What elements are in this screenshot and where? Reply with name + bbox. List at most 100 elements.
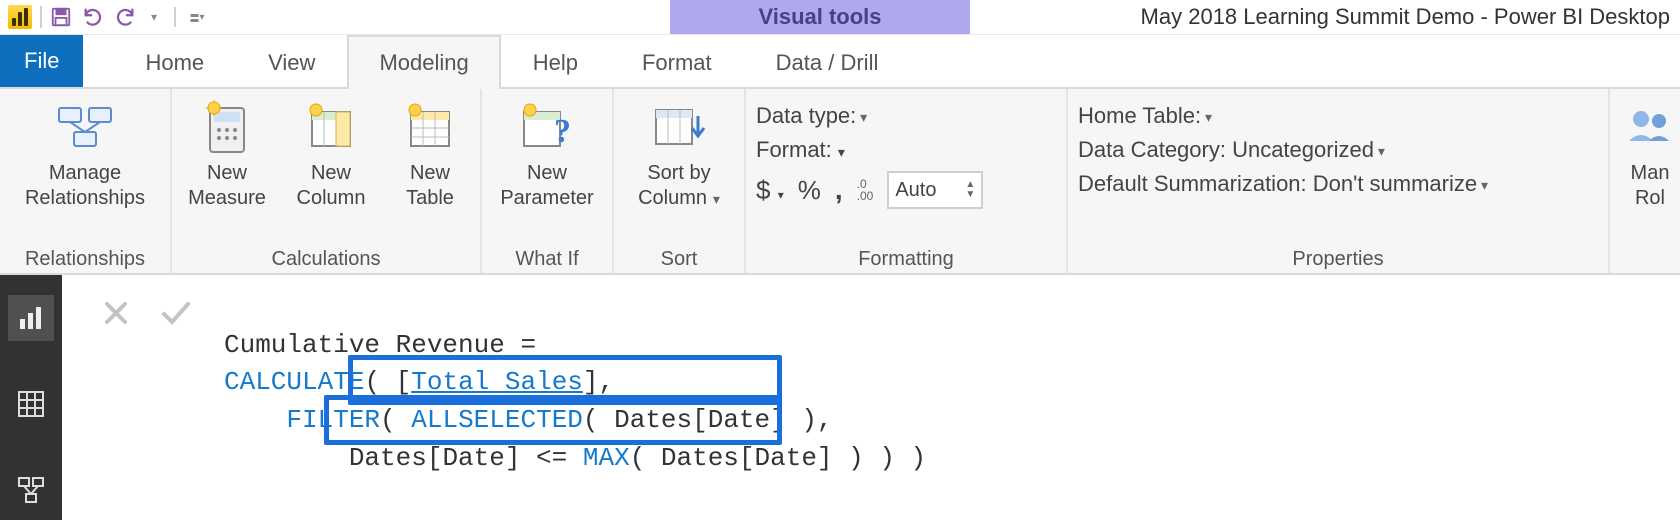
manage-roles-label1: Man [1631,161,1670,186]
sort-by-column-label2: Column [638,186,720,211]
new-parameter-button[interactable]: ? New Parameter [492,99,602,239]
new-column-label2: Column [297,186,366,211]
formula-text-plain: Dates[Date] <= [349,443,583,473]
cancel-formula-button[interactable] [96,293,136,333]
new-measure-label1: New [207,161,247,186]
formula-text-plain: ] [583,367,599,397]
decimal-places-value: Auto [895,179,936,202]
new-table-icon [402,99,458,155]
model-view-button[interactable] [8,467,54,513]
formula-indent [224,443,349,473]
group-what-if-label: What If [492,242,602,273]
formula-text-plain: , [599,367,615,397]
manage-roles-button[interactable]: Man Rol [1615,99,1680,239]
formula-bar-actions [62,275,224,333]
group-relationships-label: Relationships [10,242,160,273]
formula-editor[interactable]: Cumulative Revenue = CALCULATE( [Total S… [224,275,926,520]
formula-max: MAX [583,443,630,473]
formula-measure-ref: Total Sales [411,367,583,397]
sort-icon [651,99,707,155]
manage-relationships-icon [57,99,113,155]
commit-formula-button[interactable] [156,293,196,333]
window-title: May 2018 Learning Summit Demo - Power BI… [1141,0,1670,34]
group-what-if: ? New Parameter What If [482,89,614,273]
tab-format[interactable]: Format [610,35,744,89]
formula-bar-area: Cumulative Revenue = CALCULATE( [Total S… [62,275,1680,520]
qat-separator [174,7,176,27]
calculator-icon [199,99,255,155]
formula-calculate: CALCULATE [224,367,364,397]
context-tab-visual-tools: Visual tools [670,0,970,34]
title-bar: ▾ 〓▾ Visual tools May 2018 Learning Summ… [0,0,1680,35]
decimal-places-icon: .0 .00 [857,178,874,202]
file-tab[interactable]: File [0,35,83,87]
redo-button[interactable] [112,4,138,30]
manage-relationships-button[interactable]: Manage Relationships [10,99,160,239]
new-column-button[interactable]: New Column [286,99,376,239]
new-measure-button[interactable]: New Measure [182,99,272,239]
svg-text:?: ? [554,113,571,150]
home-table-dropdown[interactable]: Home Table: [1078,103,1212,129]
formula-text-plain: ( [380,405,396,435]
currency-format-button[interactable]: $ ▾ [756,175,784,206]
group-calculations-label: Calculations [182,242,470,273]
group-formatting: Data type: Format: ▾ $ ▾ % , .0 .00 Auto… [746,89,1068,273]
format-dropdown[interactable]: Format: ▾ [756,137,845,163]
formula-indent [224,405,286,435]
new-column-icon [303,99,359,155]
view-switcher [0,275,62,520]
tab-view[interactable]: View [236,35,347,89]
group-security: Man Rol [1610,89,1680,273]
data-view-button[interactable] [8,381,54,427]
new-column-label1: New [311,161,351,186]
group-properties-label: Properties [1078,242,1598,273]
stepper-icon[interactable]: ▲▼ [965,180,975,200]
tab-help[interactable]: Help [501,35,610,89]
formula-filter: FILTER [286,405,380,435]
thousands-separator-button[interactable]: , [835,174,843,206]
formula-line1: Cumulative Revenue = [224,330,536,360]
undo-button[interactable] [80,4,106,30]
group-properties: Home Table: Data Category: Uncategorized… [1068,89,1610,273]
decimal-places-input[interactable]: Auto ▲▼ [887,171,983,209]
formula-text-plain: [ [380,367,411,397]
tab-home[interactable]: Home [113,35,236,89]
formula-text-plain: ) ) [864,443,926,473]
app-icon [8,5,32,29]
roles-icon [1622,99,1678,155]
manage-relationships-label1: Manage [49,161,121,186]
new-table-button[interactable]: New Table [390,99,470,239]
tab-data-drill[interactable]: Data / Drill [744,35,911,89]
data-type-dropdown[interactable]: Data type: [756,103,867,129]
save-button[interactable] [48,4,74,30]
sort-by-column-button[interactable]: Sort by Column [624,99,734,239]
sort-by-column-label1: Sort by [647,161,710,186]
qat-customize[interactable]: 〓▾ [186,4,206,30]
ribbon-tab-strip: File Home View Modeling Help Format Data… [0,35,1680,89]
undo-redo-more[interactable]: ▾ [144,4,164,30]
manage-relationships-label2: Relationships [25,186,145,211]
tab-modeling[interactable]: Modeling [347,35,500,89]
group-sort-label: Sort [624,242,734,273]
formula-text-plain [396,405,412,435]
new-parameter-label2: Parameter [500,186,593,211]
formula-text-plain: ( Dates[Date] ), [583,405,833,435]
group-formatting-label: Formatting [756,242,1056,273]
new-measure-label2: Measure [188,186,266,211]
ribbon: Manage Relationships Relationships [0,89,1680,275]
report-view-button[interactable] [8,295,54,341]
formula-allselected: ALLSELECTED [411,405,583,435]
new-parameter-label1: New [527,161,567,186]
parameter-icon: ? [519,99,575,155]
new-table-label1: New [410,161,450,186]
quick-access-toolbar: ▾ 〓▾ [40,6,206,28]
formula-paren: ( [364,367,380,397]
formula-text-plain: ( Dates[Date] ) [630,443,864,473]
group-sort: Sort by Column Sort [614,89,746,273]
group-calculations: New Measure New Column [172,89,482,273]
default-summarization-dropdown[interactable]: Default Summarization: Don't summarize [1078,171,1488,197]
percent-format-button[interactable]: % [798,175,821,206]
data-category-dropdown[interactable]: Data Category: Uncategorized [1078,137,1385,163]
workspace: Cumulative Revenue = CALCULATE( [Total S… [0,275,1680,520]
group-relationships: Manage Relationships Relationships [0,89,172,273]
